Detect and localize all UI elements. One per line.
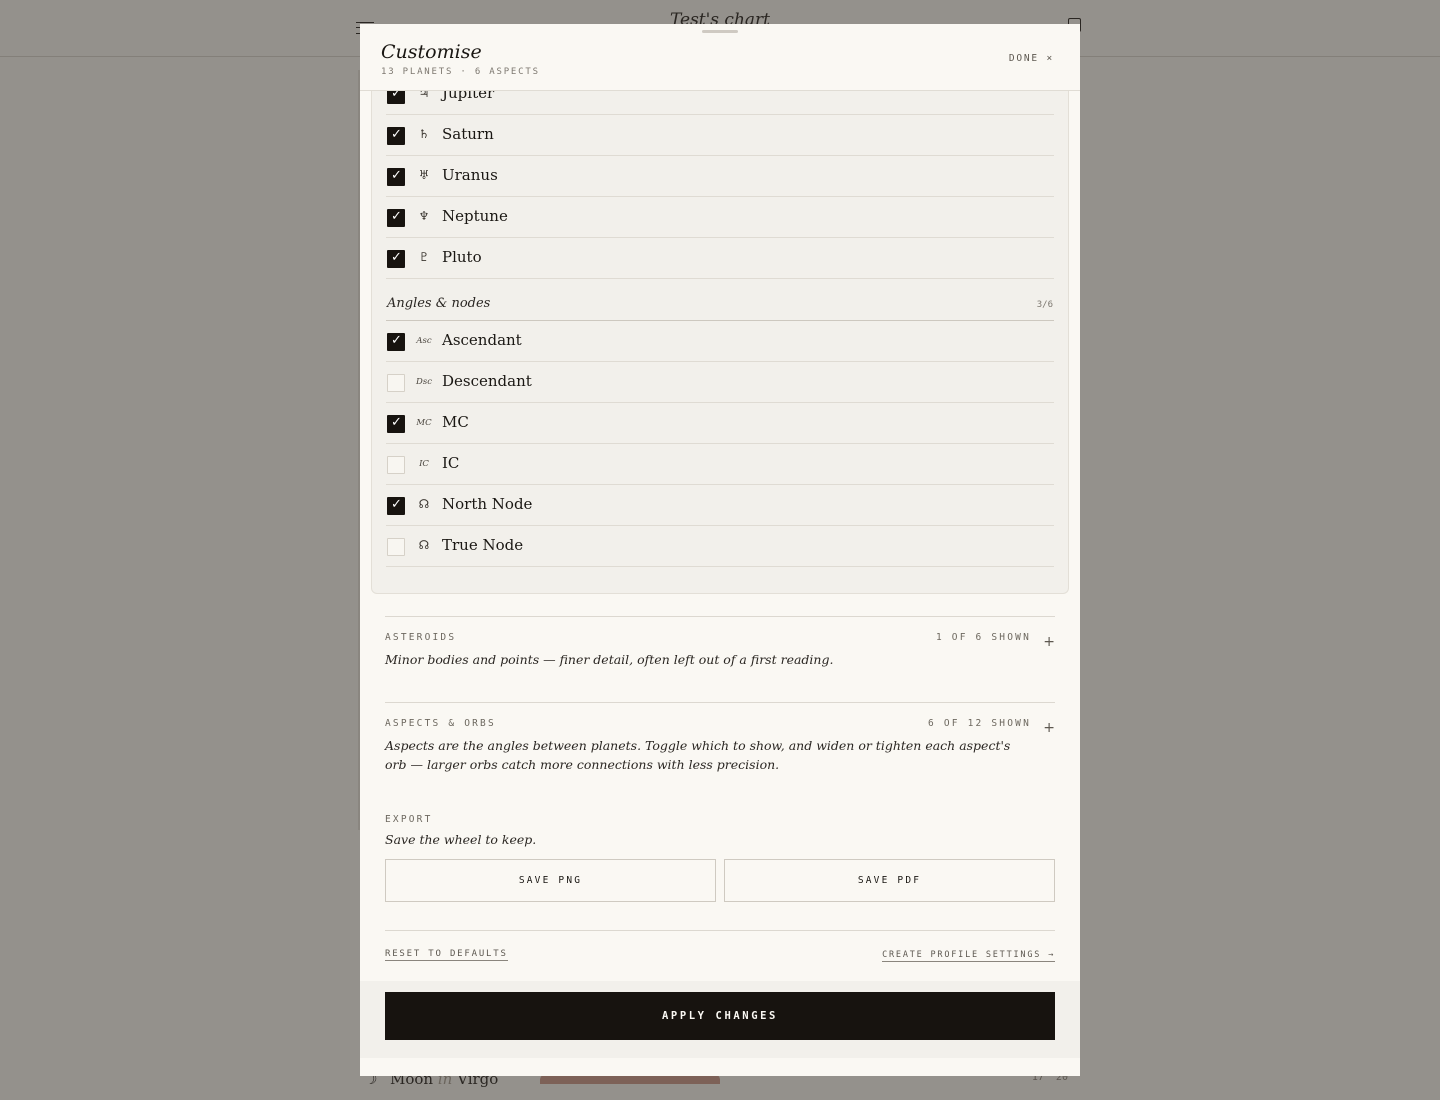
aspects-expand-icon[interactable]: + — [1043, 720, 1055, 736]
asteroids-count: 1 OF 6 SHOWN — [935, 632, 1031, 643]
symbol-icon: ♄ — [418, 127, 430, 141]
visibility-checkbox[interactable] — [387, 415, 405, 433]
visibility-checkbox[interactable] — [387, 127, 405, 145]
visibility-checkbox[interactable] — [387, 456, 405, 474]
symbol-icon: ☊ — [418, 538, 430, 552]
angle-row[interactable]: IC IC — [386, 444, 1054, 485]
row-label: Ascendant — [442, 331, 522, 349]
angle-row[interactable]: Dsc Descendant — [386, 362, 1054, 403]
panel-title: Customise — [381, 41, 482, 63]
panel-header: Customise 13 PLANETS · 6 ASPECTS DONE × — [360, 24, 1080, 91]
visibility-checkbox[interactable] — [387, 538, 405, 556]
symbol-icon: ♇ — [418, 250, 430, 264]
symbol-icon: ♃ — [418, 91, 430, 100]
asteroids-section[interactable]: ASTEROIDS 1 OF 6 SHOWN + Minor bodies an… — [385, 616, 1055, 702]
angles-group-header: Angles & nodes 3/6 — [386, 296, 1054, 321]
angle-row[interactable]: ☊ North Node — [386, 485, 1054, 526]
symbol-icon: ♅ — [418, 168, 430, 182]
symbol-icon: Asc — [416, 336, 432, 346]
links-row: RESET TO DEFAULTS CREATE PROFILE SETTING… — [385, 930, 1055, 970]
aspects-description: Aspects are the angles between planets. … — [385, 738, 1011, 772]
planet-row[interactable]: ♅ Uranus — [386, 156, 1054, 197]
aspects-count: 6 OF 12 SHOWN — [928, 718, 1031, 729]
planet-row[interactable]: ♃ Jupiter — [386, 91, 1054, 115]
visibility-checkbox[interactable] — [387, 168, 405, 186]
export-description: Save the wheel to keep. — [385, 832, 537, 847]
asteroids-description: Minor bodies and points — finer detail, … — [385, 652, 834, 667]
angles-group-title: Angles & nodes — [387, 296, 491, 311]
planet-row[interactable]: ♇ Pluto — [386, 238, 1054, 279]
row-label: Uranus — [442, 166, 498, 184]
reset-defaults-link[interactable]: RESET TO DEFAULTS — [385, 949, 508, 961]
aspects-section[interactable]: ASPECTS & ORBS 6 OF 12 SHOWN + Aspects a… — [385, 702, 1055, 802]
visibility-checkbox[interactable] — [387, 497, 405, 515]
row-label: Pluto — [442, 248, 482, 266]
row-label: North Node — [442, 495, 533, 513]
row-label: MC — [442, 413, 469, 431]
aspects-label: ASPECTS & ORBS — [385, 718, 496, 729]
visibility-checkbox[interactable] — [387, 250, 405, 268]
angle-row[interactable]: Asc Ascendant — [386, 321, 1054, 362]
export-label: EXPORT — [385, 814, 433, 825]
symbol-icon: Dsc — [416, 377, 432, 387]
save-png-button[interactable]: SAVE PNG — [385, 859, 716, 902]
create-profile-settings-link[interactable]: CREATE PROFILE SETTINGS → — [882, 950, 1055, 962]
symbol-icon: ♆ — [418, 209, 430, 223]
panel-subtitle: 13 PLANETS · 6 ASPECTS — [381, 67, 540, 77]
row-label: Saturn — [442, 125, 494, 143]
visibility-checkbox[interactable] — [387, 333, 405, 351]
angles-group-count: 3/6 — [1036, 300, 1053, 310]
drag-handle[interactable] — [702, 30, 738, 33]
planet-row[interactable]: ♄ Saturn — [386, 115, 1054, 156]
row-label: Neptune — [442, 207, 508, 225]
planet-list-card: ♃ Jupiter ♄ Saturn ♅ Uranus ♆ Neptune ♇ Pluto Ang… — [371, 91, 1069, 594]
symbol-icon: IC — [419, 459, 429, 469]
visibility-checkbox[interactable] — [387, 91, 405, 104]
row-label: Jupiter — [442, 91, 495, 102]
symbol-icon: ☊ — [418, 497, 430, 511]
symbol-icon: MC — [416, 418, 432, 428]
planet-row[interactable]: ♆ Neptune — [386, 197, 1054, 238]
visibility-checkbox[interactable] — [387, 374, 405, 392]
save-pdf-button[interactable]: SAVE PDF — [724, 859, 1055, 902]
asteroids-label: ASTEROIDS — [385, 632, 457, 643]
angle-row[interactable]: MC MC — [386, 403, 1054, 444]
row-label: IC — [442, 454, 460, 472]
customise-panel: ♃ Jupiter ♄ Saturn ♅ Uranus ♆ Neptune ♇ Pluto Ang… — [360, 24, 1080, 1076]
row-label: True Node — [442, 536, 524, 554]
apply-changes-button[interactable]: APPLY CHANGES — [385, 992, 1055, 1040]
row-label: Descendant — [442, 372, 532, 390]
asteroids-expand-icon[interactable]: + — [1043, 634, 1055, 650]
angle-row[interactable]: ☊ True Node — [386, 526, 1054, 567]
done-button[interactable]: DONE × — [1009, 53, 1054, 64]
visibility-checkbox[interactable] — [387, 209, 405, 227]
